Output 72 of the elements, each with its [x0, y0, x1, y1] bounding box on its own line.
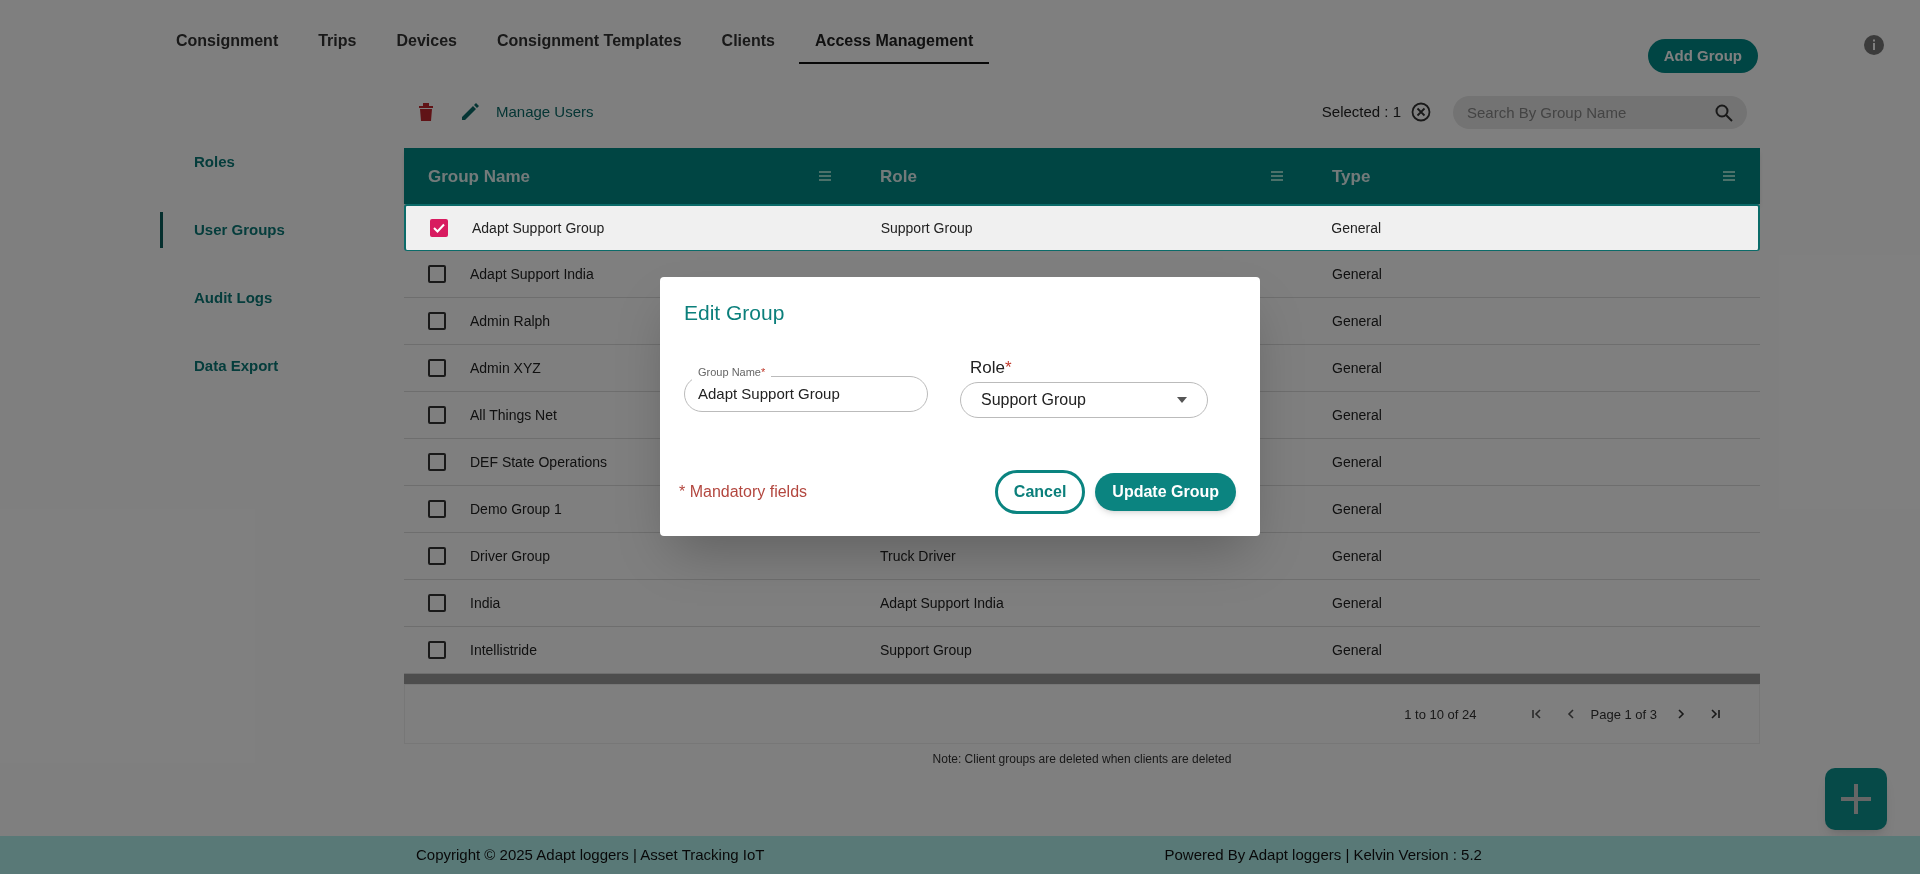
trash-icon[interactable] [418, 102, 434, 123]
row-checkbox[interactable] [428, 641, 446, 660]
table-cell-text: DEF State Operations [470, 452, 607, 472]
sidebar-item[interactable]: Data Export [160, 348, 404, 385]
table-cell-text: Admin Ralph [470, 311, 551, 331]
nav-tab[interactable]: Clients [705, 20, 791, 64]
cancel-button[interactable]: Cancel [994, 470, 1086, 514]
row-checkbox[interactable] [428, 453, 446, 472]
nav-tab[interactable]: Trips [302, 20, 373, 64]
table-cell: General [1332, 642, 1382, 659]
update-group-button[interactable]: Update Group [1095, 473, 1236, 511]
dialog-title: Edit Group [684, 300, 786, 326]
table-cell: Support Group [880, 220, 973, 237]
nav-tab[interactable]: Access Management [798, 20, 990, 64]
table-cell: General [1332, 501, 1382, 518]
plus-icon [1839, 782, 1873, 817]
table-cell: General [1332, 407, 1382, 424]
row-checkbox[interactable] [428, 547, 446, 566]
nav-tab[interactable]: Consignment [160, 20, 295, 64]
sidebar-item[interactable]: Audit Logs [160, 280, 404, 317]
version-text: Powered By Adapt loggers | Kelvin Version : 5.2 [1164, 844, 1482, 865]
selected-count: Selected : 1 [1321, 102, 1401, 123]
add-group-button[interactable]: Add Group [1647, 39, 1758, 73]
mandatory-note: * Mandatory fields [679, 482, 808, 502]
table-cell: General [1332, 454, 1382, 471]
table-cell: Adapt Support India [880, 595, 1004, 612]
row-checkbox[interactable] [428, 594, 446, 613]
column-header[interactable]: Role [880, 163, 917, 190]
table-cell: Support Group [880, 642, 972, 659]
table-cell: General [1332, 266, 1382, 283]
table-cell: General [1332, 360, 1382, 377]
clear-selection-icon[interactable] [1411, 102, 1431, 123]
search-icon[interactable] [1715, 103, 1733, 122]
row-checkbox[interactable] [428, 359, 446, 378]
table-cell: Truck Driver [880, 548, 956, 565]
column-header[interactable]: Group Name [428, 163, 531, 190]
page-indicator: Page 1 of 3 [1590, 705, 1657, 724]
table-cell-text: Demo Group 1 [470, 499, 562, 519]
table-cell: General [1332, 595, 1382, 612]
column-header[interactable]: Type [1332, 163, 1371, 190]
page-range: 1 to 10 of 24 [1404, 705, 1477, 724]
table-cell-text: Admin XYZ [470, 358, 541, 378]
field-label: Role* [969, 356, 1013, 379]
table-cell: General [1332, 313, 1382, 330]
nav-tab[interactable]: Devices [380, 20, 473, 64]
table-cell-text: India [470, 593, 501, 613]
row-checkbox[interactable] [428, 265, 446, 284]
table-cell: General [1332, 548, 1382, 565]
last-page-icon[interactable] [1709, 708, 1721, 721]
next-page-icon[interactable] [1675, 708, 1687, 721]
table-row[interactable]: Adapt Support Group Support Group General [404, 204, 1760, 252]
note-text: Note: Client groups are deleted when clients are deleted [932, 751, 1232, 769]
sidebar-item[interactable]: Roles [160, 144, 404, 181]
horizontal-scrollbar[interactable] [404, 674, 1760, 685]
row-checkbox[interactable] [428, 500, 446, 519]
row-checkbox[interactable] [430, 219, 448, 238]
pencil-icon[interactable] [460, 102, 480, 123]
copyright-text: Copyright © 2025 Adapt loggers | Asset Tracking IoT [416, 844, 765, 865]
table-cell-text: Adapt Support India [470, 264, 594, 284]
first-page-icon[interactable] [1530, 708, 1543, 721]
nav-tab[interactable]: Consignment Templates [480, 20, 698, 64]
row-checkbox[interactable] [428, 312, 446, 331]
dropdown-caret-icon [1177, 397, 1187, 403]
row-checkbox[interactable] [428, 406, 446, 425]
info-icon[interactable] [1864, 35, 1884, 55]
table-cell-text: All Things Net [470, 405, 557, 425]
table-cell-text: Intellistride [470, 640, 537, 660]
manage-users-link[interactable]: Manage Users [496, 101, 594, 124]
table-cell: General [1331, 220, 1382, 237]
check-icon [433, 223, 445, 234]
table-cell-text: Adapt Support Group [472, 218, 605, 238]
table-cell-text: Driver Group [470, 546, 551, 566]
